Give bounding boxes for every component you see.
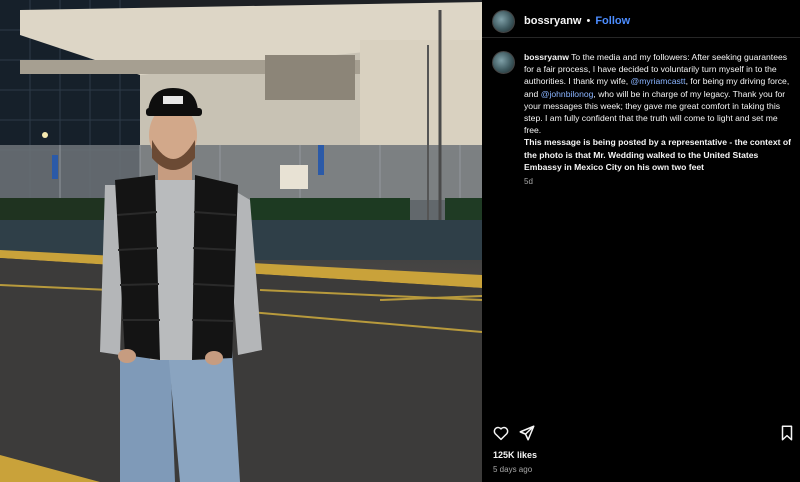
caption-note: This message is being posted by a repres… xyxy=(524,137,791,172)
caption-avatar[interactable] xyxy=(492,51,515,74)
caption: bossryanw To the media and my followers:… xyxy=(524,51,792,188)
mention-johnbilonog[interactable]: @johnbilonog xyxy=(541,89,594,99)
post-side-panel: bossryanw • Follow bossryanw To the medi… xyxy=(482,0,800,482)
action-bar xyxy=(492,424,796,442)
header-divider xyxy=(482,37,800,38)
bookmark-icon[interactable] xyxy=(778,424,796,442)
share-icon[interactable] xyxy=(518,424,536,442)
avatar[interactable] xyxy=(492,9,515,33)
header-username[interactable]: bossryanw xyxy=(524,15,581,27)
mention-myriamcastt[interactable]: @myriamcastt xyxy=(631,76,686,86)
photo-scene xyxy=(0,0,482,482)
heart-icon[interactable] xyxy=(492,424,510,442)
likes-count[interactable]: 125K likes xyxy=(493,450,537,460)
header-separator: • xyxy=(586,15,591,27)
post-photo xyxy=(0,0,482,482)
follow-button[interactable]: Follow xyxy=(595,15,630,27)
caption-time[interactable]: 5d xyxy=(524,176,792,188)
post-date: 5 days ago xyxy=(493,465,533,474)
caption-username[interactable]: bossryanw xyxy=(524,52,569,62)
post-header: bossryanw • Follow xyxy=(492,9,630,33)
